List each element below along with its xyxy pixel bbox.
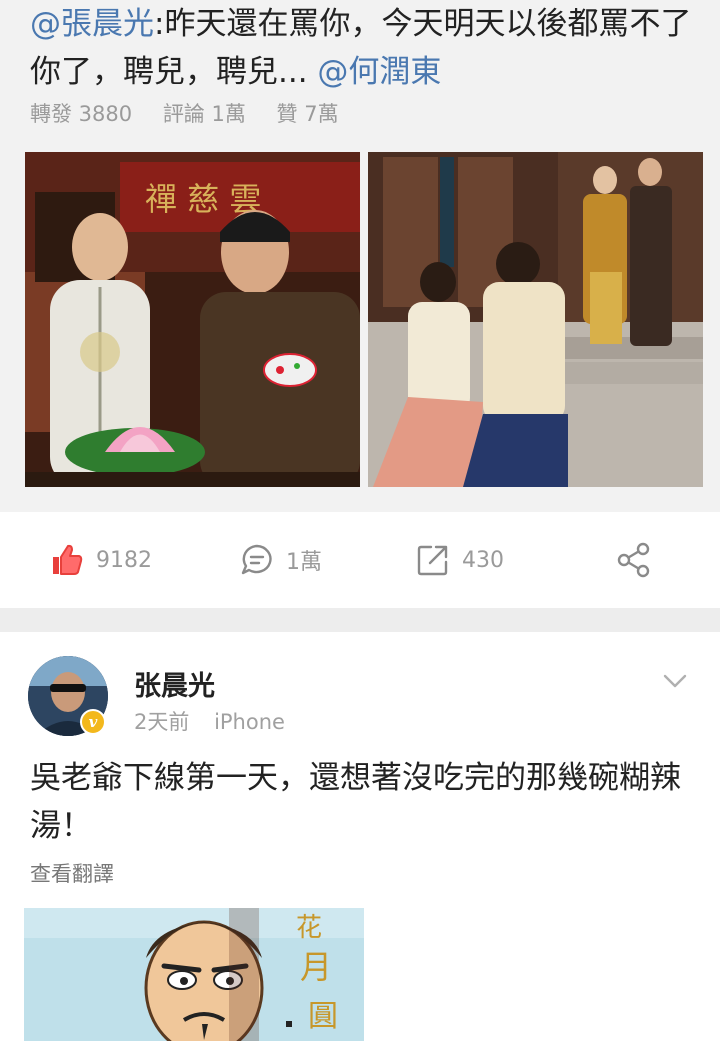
weibo-post[interactable]: v 张晨光 2天前 iPhone 吳老爺下線第一天，還想著沒吃完的那幾碗糊辣湯！… (0, 632, 720, 1041)
action-bar: 9182 1萬 430 (0, 512, 720, 608)
comment-button[interactable]: 1萬 (240, 540, 322, 580)
like-count-stat[interactable]: 贊 7萬 (277, 102, 339, 126)
post-image-cartoon[interactable]: 花 月 圓 (24, 908, 364, 1041)
comment-bubble-icon (241, 544, 272, 575)
post-meta: 2天前 iPhone (134, 706, 303, 736)
chevron-down-icon[interactable] (662, 672, 688, 690)
repost-button[interactable]: 430 (416, 540, 504, 580)
post-author-name[interactable]: 张晨光 (134, 664, 215, 703)
post-image-2[interactable] (368, 152, 703, 487)
like-count: 9182 (96, 547, 152, 573)
thumbs-up-icon (53, 544, 83, 575)
svg-text:花: 花 (296, 913, 322, 943)
verified-badge-icon: v (80, 709, 106, 735)
post-source: iPhone (214, 710, 285, 734)
svg-text:月: 月 (300, 948, 332, 986)
post-image-1[interactable]: 禪 慈 雲 (25, 152, 360, 487)
share-icon (617, 542, 650, 578)
share-button[interactable] (616, 540, 664, 580)
feed-separator (0, 608, 720, 632)
translate-link[interactable]: 查看翻譯 (30, 858, 114, 888)
mention-end-link[interactable]: @何潤東 (317, 54, 441, 90)
svg-text:圓: 圓 (308, 999, 338, 1034)
comment-count-stat[interactable]: 評論 1萬 (163, 102, 246, 126)
mention-author-link[interactable]: @張晨光 (30, 6, 154, 42)
repost-card[interactable]: @張晨光:昨天還在罵你，今天明天以後都罵不了你了，聘兒，聘兒... @何潤東 轉… (0, 0, 720, 512)
like-button[interactable]: 9182 (50, 540, 152, 580)
repost-text: @張晨光:昨天還在罵你，今天明天以後都罵不了你了，聘兒，聘兒... @何潤東 (30, 0, 700, 96)
post-text: 吳老爺下線第一天，還想著沒吃完的那幾碗糊辣湯！ (30, 760, 681, 844)
repost-stats: 轉發 3880 評論 1萬 贊 7萬 (30, 98, 363, 128)
repost-arrow-icon (417, 545, 448, 576)
comment-count: 1萬 (286, 550, 322, 575)
post-time: 2天前 (134, 710, 190, 734)
repost-count: 430 (462, 547, 504, 573)
repost-count-stat[interactable]: 轉發 3880 (30, 102, 132, 126)
